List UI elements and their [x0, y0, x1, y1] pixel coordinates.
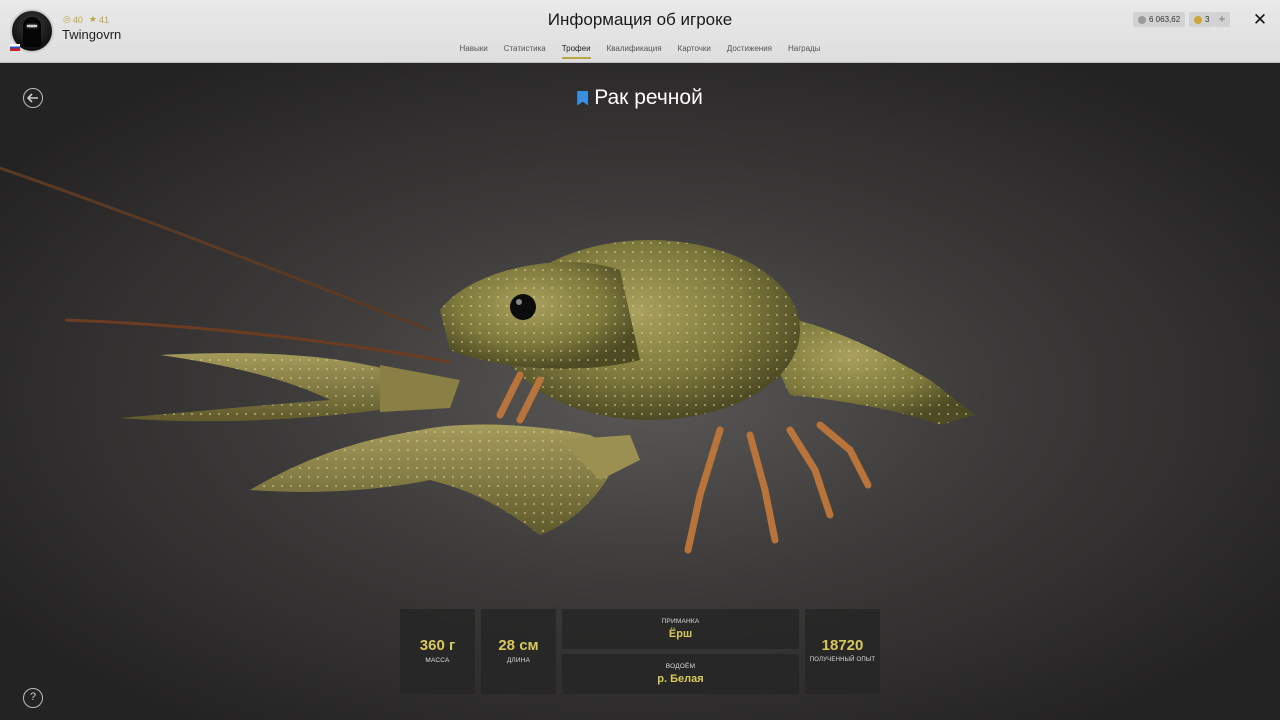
mass-card: 360 г масса — [400, 609, 475, 694]
xp-card: 18720 полученный опыт — [805, 609, 880, 694]
water-value: р. Белая — [657, 673, 704, 685]
tab-cards[interactable]: Карточки — [678, 44, 711, 59]
length-label: длина — [506, 657, 531, 664]
page-title: Информация об игроке — [547, 10, 733, 29]
header-bar: ◎ 40 ★ 41 Twingovrn Информация об игроке Н… — [0, 0, 1280, 63]
close-button[interactable]: ✕ — [1250, 10, 1270, 30]
mass-value: 360 г — [419, 637, 456, 654]
bookmark-icon[interactable] — [577, 90, 589, 106]
mass-label: масса — [425, 657, 450, 664]
tab-achievements[interactable]: Достижения — [727, 44, 772, 59]
tab-bar: Навыки Статистика Трофеи Квалификация Ка… — [0, 44, 1280, 59]
trophy-title: Рак речной — [0, 86, 1280, 110]
bait-label: приманка — [661, 618, 700, 625]
silver-coin-icon — [1138, 15, 1146, 24]
xp-label: полученный опыт — [809, 657, 876, 663]
help-button[interactable]: ? — [23, 688, 43, 708]
gold-balance: 3 — [1189, 12, 1215, 27]
length-card: 28 см длина — [481, 609, 556, 694]
gold-coin-icon — [1194, 15, 1202, 24]
crayfish-model[interactable] — [0, 150, 1000, 570]
water-label: водоём — [665, 663, 696, 670]
bait-value: Ёрш — [668, 628, 693, 640]
tab-statistics[interactable]: Статистика — [504, 44, 546, 59]
tab-awards[interactable]: Награды — [788, 44, 820, 59]
length-value: 28 см — [498, 637, 539, 654]
tab-qualification[interactable]: Квалификация — [607, 44, 662, 59]
silver-balance: 6 063,62 — [1133, 12, 1186, 27]
tab-trophies[interactable]: Трофеи — [561, 44, 591, 59]
xp-value: 18720 — [821, 637, 864, 654]
bait-card: приманка Ёрш — [562, 609, 799, 649]
tab-skills[interactable]: Навыки — [460, 44, 488, 59]
trophy-name: Рак речной — [594, 86, 703, 109]
add-gold-button[interactable]: + — [1214, 12, 1230, 27]
water-card: водоём р. Белая — [562, 654, 799, 694]
